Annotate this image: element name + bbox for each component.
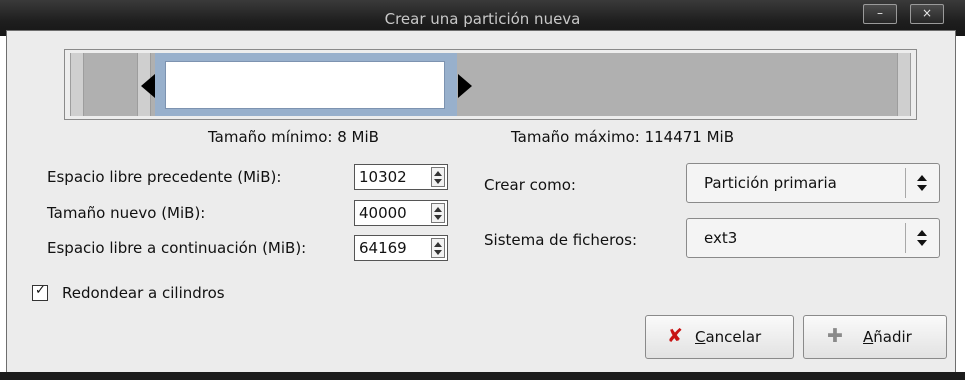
resizer-right-edge	[897, 53, 911, 116]
combo-separator	[905, 168, 906, 198]
cancel-label: Cancelar	[695, 328, 762, 346]
increment-icon[interactable]	[434, 207, 442, 212]
min-size-label: Tamaño mínimo: 8 MiB	[208, 128, 379, 146]
minimize-button[interactable]: –	[863, 4, 897, 24]
window-bottom-edge	[0, 372, 965, 380]
add-icon: ✚	[827, 325, 843, 347]
free-after-label: Espacio libre a continuación (MiB):	[47, 239, 307, 257]
decrement-icon[interactable]	[434, 250, 442, 255]
filesystem-select[interactable]: ext3	[686, 218, 940, 258]
free-before-spinbox[interactable]: 10302	[354, 164, 448, 190]
filesystem-label: Sistema de ficheros:	[484, 231, 638, 249]
round-cylinders-label[interactable]: Redondear a cilindros	[62, 284, 225, 302]
decrement-icon[interactable]	[434, 215, 442, 220]
add-label: Añadir	[863, 328, 912, 346]
minimize-icon: –	[877, 6, 883, 20]
max-size-label: Tamaño máximo: 114471 MiB	[511, 128, 735, 146]
new-partition-used	[165, 61, 445, 109]
resize-right-handle-icon[interactable]	[458, 74, 472, 98]
new-size-value[interactable]: 40000	[359, 204, 407, 222]
resize-left-handle-icon[interactable]	[141, 74, 155, 98]
cancel-button[interactable]: ✘ Cancelar	[645, 315, 794, 359]
free-after-spinbox[interactable]: 64169	[354, 235, 448, 261]
combo-separator	[905, 223, 906, 253]
resizer-left-edge	[70, 53, 84, 116]
increment-icon[interactable]	[434, 171, 442, 176]
cancel-icon: ✘	[667, 325, 683, 347]
free-before-stepper[interactable]	[431, 167, 445, 187]
round-cylinders-checkbox[interactable]: ✓	[32, 283, 48, 301]
add-button[interactable]: ✚ Añadir	[803, 315, 947, 359]
new-size-spinbox[interactable]: 40000	[354, 200, 448, 226]
free-before-label: Espacio libre precedente (MiB):	[47, 168, 282, 186]
free-after-value[interactable]: 64169	[359, 239, 407, 257]
updown-arrows-icon	[917, 175, 927, 193]
free-before-value[interactable]: 10302	[359, 168, 407, 186]
filesystem-value: ext3	[704, 229, 738, 247]
create-as-select[interactable]: Partición primaria	[686, 163, 940, 203]
checkmark-icon: ✓	[35, 283, 46, 298]
updown-arrows-icon	[917, 230, 927, 248]
decrement-icon[interactable]	[434, 179, 442, 184]
free-after-stepper[interactable]	[431, 238, 445, 258]
new-size-stepper[interactable]	[431, 203, 445, 223]
increment-icon[interactable]	[434, 242, 442, 247]
new-size-label: Tamaño nuevo (MiB):	[47, 204, 206, 222]
create-as-label: Crear como:	[484, 176, 576, 194]
create-as-value: Partición primaria	[704, 174, 837, 192]
close-button[interactable]: ×	[910, 4, 944, 24]
close-icon: ×	[921, 6, 933, 20]
